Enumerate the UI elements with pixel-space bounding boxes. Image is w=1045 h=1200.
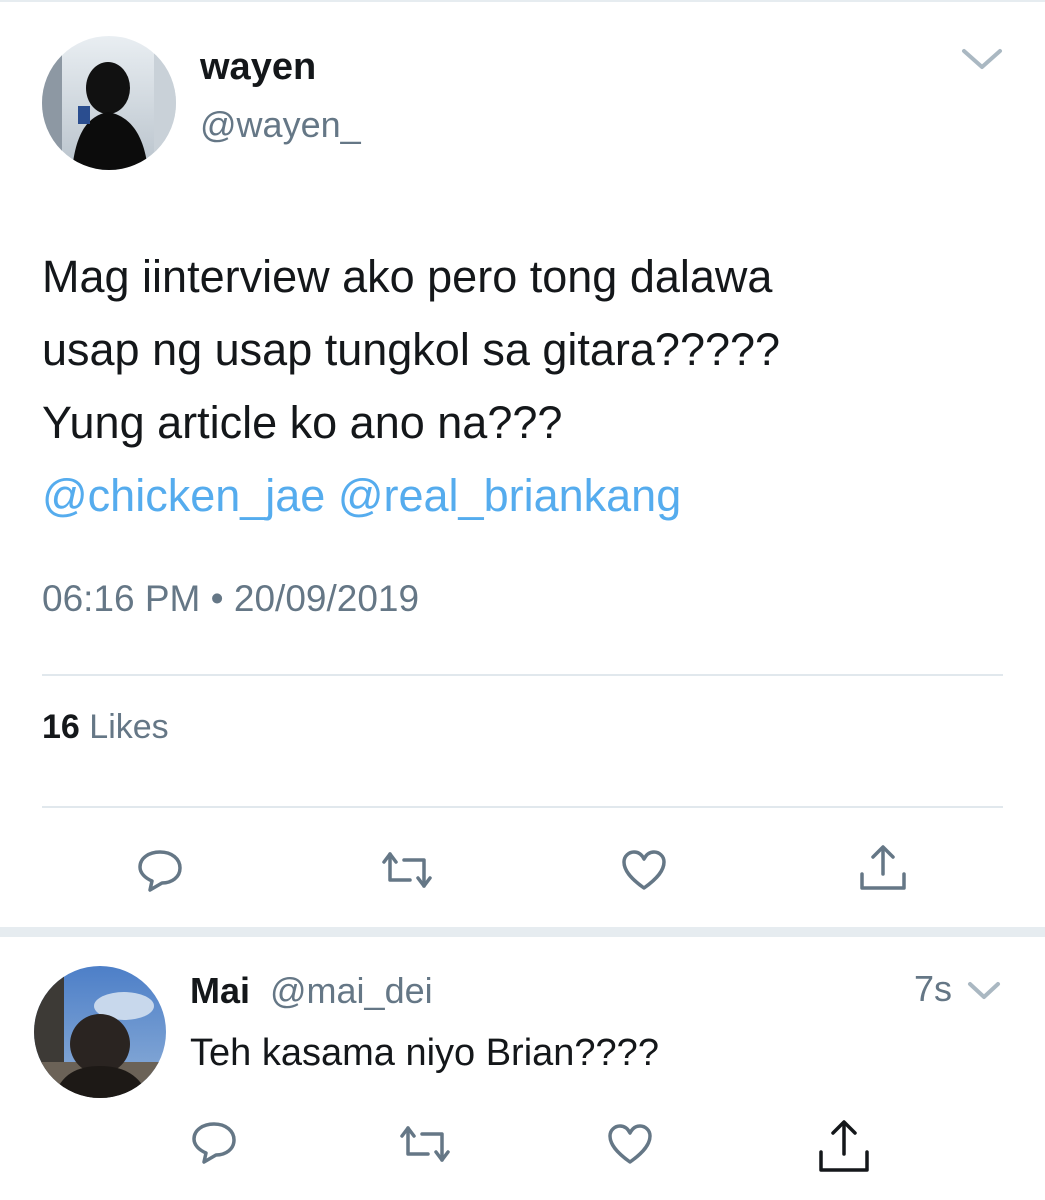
tweet-mentions[interactable]: @chicken_jae @real_briankang [42,459,1002,532]
section-separator [0,927,1045,937]
reply-avatar[interactable] [34,966,166,1098]
author-handle[interactable]: @wayen_ [200,104,361,146]
retweet-icon [382,852,432,888]
top-divider [0,0,1045,2]
like-button[interactable] [620,848,668,892]
chevron-down-icon[interactable] [966,980,1002,1007]
reply-reply-button[interactable] [190,1120,238,1164]
likes-label: Likes [89,708,169,746]
author-avatar[interactable] [42,36,176,170]
reply-text: Teh kasama niyo Brian???? [190,1032,659,1074]
likes-summary[interactable]: 16 Likes [42,708,169,747]
share-icon [819,1120,869,1172]
reply-timestamp[interactable]: 7s [914,968,952,1010]
tweet-text-line: Yung article ko ano na??? [42,397,563,448]
reply-retweet-button[interactable] [398,1122,452,1166]
reply-like-button[interactable] [606,1122,654,1166]
tweet-text: Mag iinterview ako pero tong dalawa usap… [42,240,1002,532]
reply-share-button[interactable] [816,1118,872,1174]
retweet-icon [400,1126,450,1162]
tweet-timestamp[interactable]: 06:16 PM • 20/09/2019 [42,578,419,620]
like-icon [608,1124,652,1164]
tweet-text-line: Mag iinterview ako pero tong dalawa [42,251,773,302]
author-name[interactable]: wayen [200,46,316,89]
reply-icon [138,850,182,892]
like-icon [622,850,666,890]
tweet-text-line: usap ng usap tungkol sa gitara????? [42,324,781,375]
share-button[interactable] [858,844,908,892]
reply-icon [192,1122,236,1164]
reply-button[interactable] [136,848,184,892]
reply-author-handle[interactable]: @mai_dei [270,970,433,1012]
reply-author-name[interactable]: Mai [190,970,250,1012]
likes-count: 16 [42,708,80,746]
chevron-down-icon[interactable] [960,46,1004,77]
divider [42,674,1003,676]
retweet-button[interactable] [380,848,434,892]
share-icon [860,845,906,890]
divider [42,806,1003,808]
